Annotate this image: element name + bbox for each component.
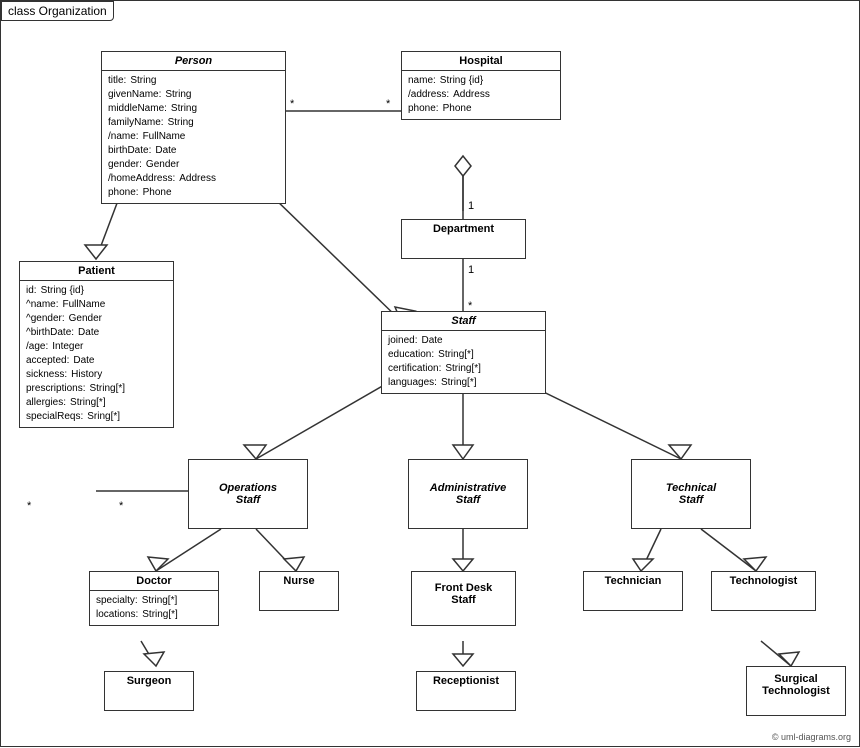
person-title: Person [102,52,285,71]
technical-staff-title: TechnicalStaff [632,474,750,514]
person-attrs: title:String givenName:String middleName… [102,71,285,203]
technologist-title: Technologist [712,572,815,590]
staff-class: Staff joined:Date education:String[*] ce… [381,311,546,394]
front-desk-staff-class: Front DeskStaff [411,571,516,626]
nurse-title: Nurse [260,572,338,590]
person-class: Person title:String givenName:String mid… [101,51,286,204]
department-title: Department [402,220,525,238]
diagram-title: class Organization [1,1,114,21]
doctor-title: Doctor [90,572,218,591]
svg-text:*: * [119,500,124,512]
svg-text:1: 1 [468,200,474,212]
patient-attrs: id:String {id} ^name:FullName ^gender:Ge… [20,281,173,427]
surgical-technologist-title: SurgicalTechnologist [747,667,845,703]
front-desk-staff-title: Front DeskStaff [412,572,515,616]
hospital-title: Hospital [402,52,560,71]
operations-staff-class: OperationsStaff [188,459,308,529]
staff-title: Staff [382,312,545,331]
staff-attrs: joined:Date education:String[*] certific… [382,331,545,393]
technician-class: Technician [583,571,683,611]
copyright: © uml-diagrams.org [772,732,851,742]
nurse-class: Nurse [259,571,339,611]
surgeon-title: Surgeon [105,672,193,690]
svg-text:*: * [386,98,391,110]
surgeon-class: Surgeon [104,671,194,711]
diagram-container: class Organization * * 1 * 1 * [0,0,860,747]
svg-text:*: * [290,98,295,110]
operations-staff-title: OperationsStaff [189,474,307,514]
svg-text:1: 1 [468,264,474,276]
hospital-class: Hospital name:String {id} /address:Addre… [401,51,561,120]
administrative-staff-class: AdministrativeStaff [408,459,528,529]
patient-title: Patient [20,262,173,281]
technical-staff-class: TechnicalStaff [631,459,751,529]
surgical-technologist-class: SurgicalTechnologist [746,666,846,716]
department-class: Department [401,219,526,259]
administrative-staff-title: AdministrativeStaff [409,474,527,514]
doctor-class: Doctor specialty:String[*] locations:Str… [89,571,219,626]
receptionist-class: Receptionist [416,671,516,711]
doctor-attrs: specialty:String[*] locations:String[*] [90,591,218,625]
technologist-class: Technologist [711,571,816,611]
svg-text:*: * [27,500,32,512]
hospital-attrs: name:String {id} /address:Address phone:… [402,71,560,119]
patient-class: Patient id:String {id} ^name:FullName ^g… [19,261,174,428]
receptionist-title: Receptionist [417,672,515,690]
technician-title: Technician [584,572,682,590]
